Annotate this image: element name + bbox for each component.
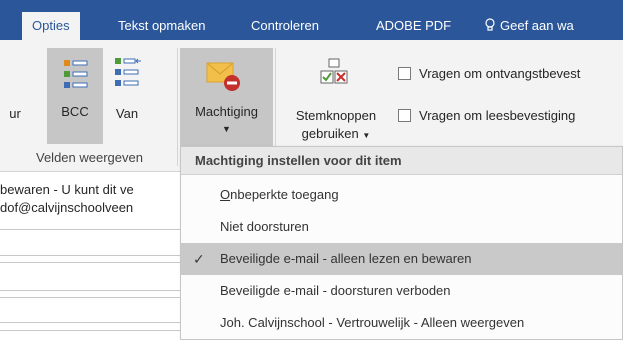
info-bar-email: dof@calvijnschoolveen (0, 200, 134, 215)
info-bar-text: bewaren - U kunt dit ve (0, 182, 134, 197)
field-divider (0, 262, 180, 263)
from-field-icon (115, 58, 141, 86)
restricted-mail-icon (206, 62, 240, 91)
lightbulb-icon (485, 18, 495, 31)
menu-item-onbeperkte-toegang[interactable]: Onbeperkte toegang (181, 179, 622, 211)
tab-controleren[interactable]: Controleren (251, 12, 319, 40)
stemknoppen-label-1: Stemknoppen (295, 108, 377, 123)
machtiging-label: Machtiging (195, 104, 258, 119)
bcc-button[interactable]: BCC (47, 48, 103, 144)
partial-left-label: ur (9, 106, 21, 121)
chevron-down-icon: ▼ (222, 124, 231, 134)
checkbox[interactable] (398, 109, 411, 122)
bcc-label: BCC (61, 104, 89, 119)
check-ontvangst-label: Vragen om ontvangstbevest (419, 66, 581, 81)
checkbox[interactable] (398, 67, 411, 80)
chevron-down-icon: ▼ (362, 131, 371, 140)
field-divider (0, 255, 180, 256)
group-label-velden: Velden weergeven (36, 150, 143, 165)
menu-item-mnemonic: O (220, 187, 231, 202)
ribbon-tab-bar: Opties Tekst opmaken Controleren ADOBE P… (0, 0, 623, 40)
field-divider (0, 297, 180, 298)
menu-item-label: Beveiligde e-mail - alleen lezen en bewa… (220, 251, 472, 266)
tell-me-label: Geef aan wa (500, 18, 574, 33)
check-lees-label: Vragen om leesbevestiging (419, 108, 576, 123)
menu-item-alleen-lezen-bewaren[interactable]: ✓ Beveiligde e-mail - alleen lezen en be… (181, 243, 622, 275)
tab-tekst-opmaken[interactable]: Tekst opmaken (118, 12, 205, 40)
stemknoppen-button[interactable]: Stemknoppen gebruiken ▼ (280, 48, 392, 146)
check-ontvangstbevestiging[interactable]: Vragen om ontvangstbevest (398, 64, 580, 84)
menu-item-label: Beveiligde e-mail - doorsturen verboden (220, 283, 451, 298)
menu-item-label: Niet doorsturen (220, 219, 309, 234)
machtiging-dropdown: Machtiging instellen voor dit item Onbep… (180, 146, 623, 340)
field-divider (0, 290, 180, 291)
dropdown-header: Machtiging instellen voor dit item (181, 147, 622, 175)
menu-item-vertrouwelijk[interactable]: Joh. Calvijnschool - Vertrouwelijk - All… (181, 307, 622, 339)
check-leesbevestiging[interactable]: Vragen om leesbevestiging (398, 106, 575, 126)
checkmark-icon: ✓ (193, 251, 205, 267)
tab-tell-me[interactable]: Geef aan wa (484, 12, 574, 40)
field-divider (0, 229, 180, 230)
address-fields-icon (64, 60, 88, 88)
voting-buttons-icon (320, 58, 348, 84)
tab-opties[interactable]: Opties (22, 12, 80, 40)
van-label: Van (115, 106, 139, 121)
menu-item-label: nbeperkte toegang (230, 187, 339, 202)
menu-item-doorsturen-verboden[interactable]: Beveiligde e-mail - doorsturen verboden (181, 275, 622, 307)
tab-adobe-pdf[interactable]: ADOBE PDF (376, 12, 451, 40)
group-divider (177, 48, 178, 166)
field-divider (0, 322, 180, 323)
menu-item-label: Joh. Calvijnschool - Vertrouwelijk - All… (220, 315, 525, 330)
machtiging-button[interactable]: Machtiging ▼ (180, 48, 273, 146)
partial-left-button[interactable]: ur (0, 106, 30, 128)
van-button[interactable]: Van (104, 48, 150, 144)
stemknoppen-label-2: gebruiken ▼ (301, 126, 371, 141)
menu-item-niet-doorsturen[interactable]: Niet doorsturen (181, 211, 622, 243)
field-divider (0, 330, 180, 331)
